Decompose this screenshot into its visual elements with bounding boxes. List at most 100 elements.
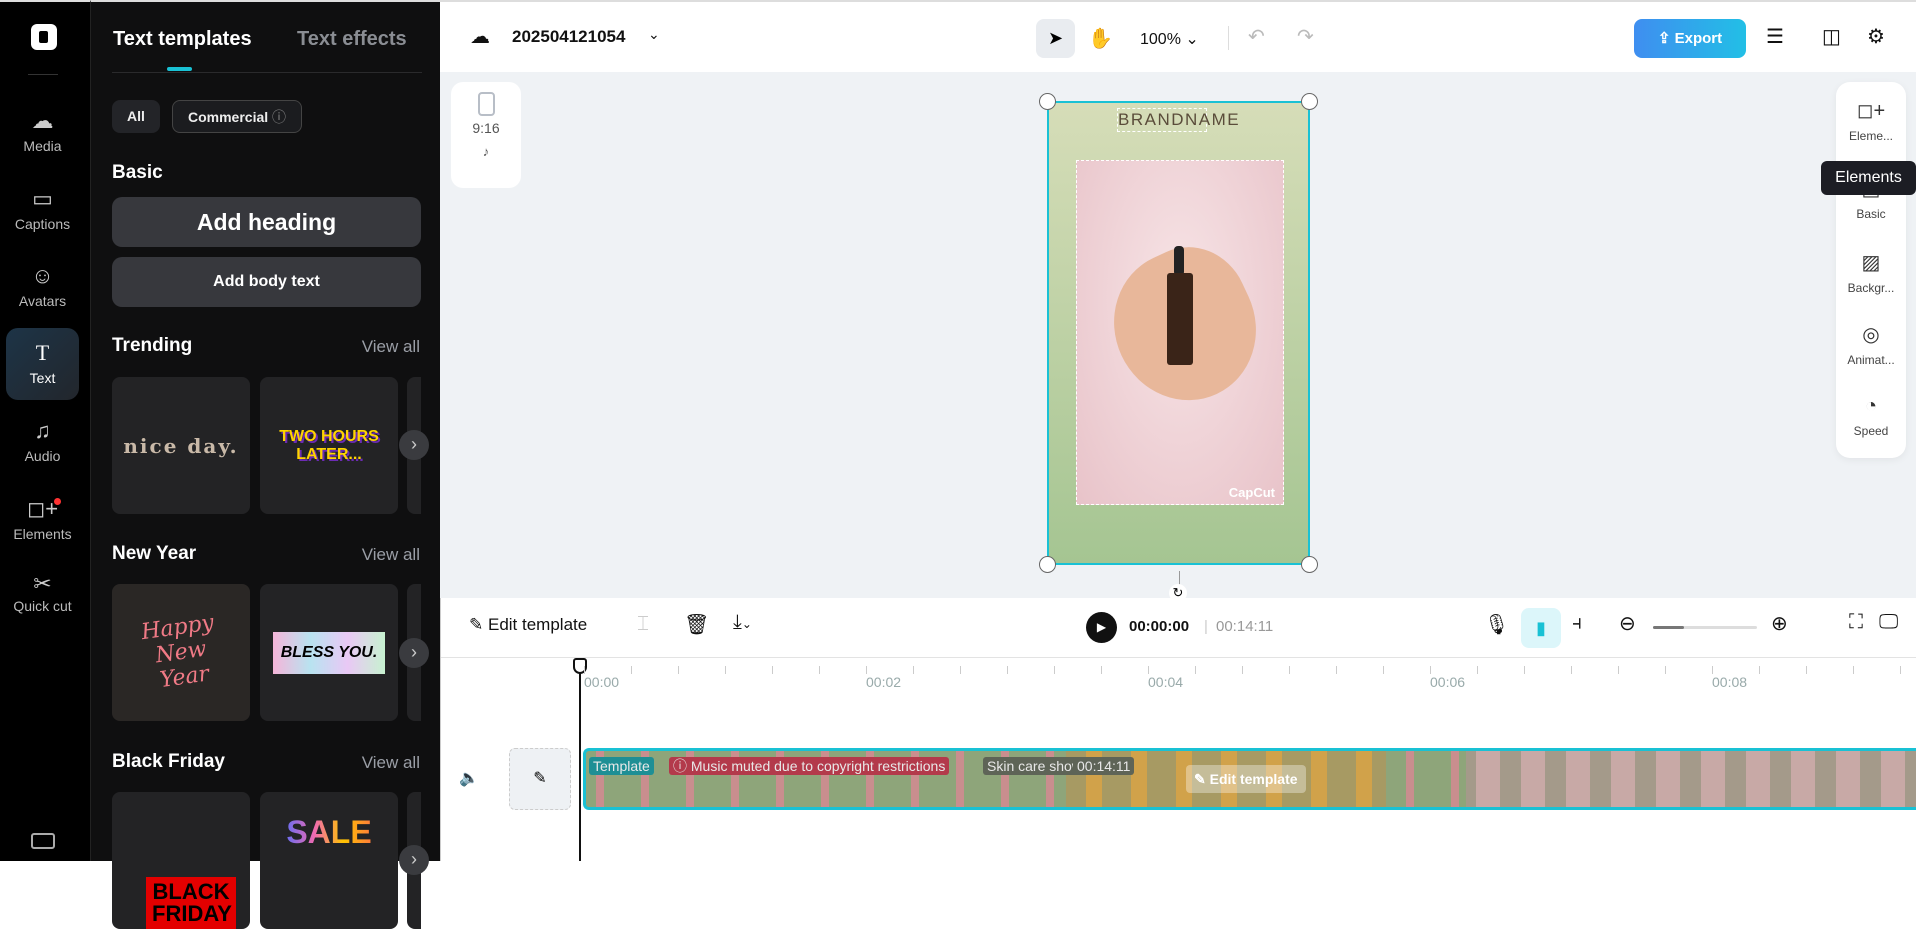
rp-background[interactable]: ▨ Backgr... [1836, 250, 1906, 295]
ruler-tick [1289, 666, 1290, 674]
preview-icon[interactable]: 🖵 [1879, 611, 1898, 634]
music-muted-warning: ⓘ Music muted due to copyright restricti… [669, 757, 950, 775]
rail-item-media[interactable]: ☁ Media [6, 108, 79, 154]
next-arrow-button[interactable]: › [399, 430, 429, 460]
ruler-tick [1618, 666, 1619, 674]
ruler-tick [1336, 666, 1337, 674]
avatar-icon: ☺ [31, 263, 54, 288]
resize-handle[interactable] [1301, 93, 1318, 110]
ruler-label: 00:04 [1148, 674, 1184, 690]
next-arrow-button[interactable]: › [399, 638, 429, 668]
settings-icon[interactable]: ⚙ [1867, 24, 1885, 49]
add-body-text-button[interactable]: Add body text [112, 257, 421, 307]
ruler-label: 00:02 [866, 674, 902, 690]
rail-item-audio[interactable]: ♫ Audio [6, 418, 79, 464]
undo-icon[interactable]: ↶ [1248, 24, 1265, 49]
ruler-tick [1195, 666, 1196, 674]
time-separator: | [1204, 618, 1208, 635]
view-all-link[interactable]: View all [362, 753, 420, 773]
rp-elements[interactable]: ◻+ Eleme... [1836, 98, 1906, 143]
playhead[interactable] [573, 658, 587, 861]
rail-item-avatars[interactable]: ☺ Avatars [6, 263, 79, 309]
text-panel: Text templates Text effects All Commerci… [90, 0, 440, 929]
tab-text-templates[interactable]: Text templates [113, 28, 252, 51]
music-icon: ♫ [34, 418, 51, 443]
info-icon: ⓘ [272, 109, 287, 125]
cloud-upload-icon: ☁ [31, 108, 54, 133]
resize-handle[interactable] [1039, 556, 1056, 573]
view-all-link[interactable]: View all [362, 337, 420, 357]
template-card[interactable]: nice day. [112, 377, 250, 514]
cursor-icon: ➤ [1047, 28, 1064, 48]
layout-icon[interactable]: ◫ [1822, 24, 1841, 49]
divider [28, 74, 58, 75]
tooltip: Elements [1821, 161, 1916, 195]
rail-item-elements[interactable]: ◻+ Elements [6, 496, 79, 542]
top-bar: ☁ 202504121054 ⌄ ➤ ✋ 100% ⌄ ↶ ↷ ⇪ Export… [440, 0, 1916, 72]
rail-item-captions[interactable]: ▭ Captions [6, 186, 79, 232]
edit-template-overlay-button[interactable]: ✎ Edit template [1186, 765, 1306, 793]
chevron-down-icon[interactable]: ⌄ [648, 26, 660, 43]
add-heading-button[interactable]: Add heading [112, 197, 421, 247]
icon-rail: ☁ Media ▭ Captions ☺ Avatars T Text ♫ Audio ◻… [0, 0, 90, 861]
fullscreen-icon[interactable]: ⛶ [1849, 611, 1863, 634]
aspect-ratio-button[interactable]: 9:16 ♪ [451, 82, 521, 188]
volume-icon[interactable]: 🔈 [459, 768, 479, 788]
template-card[interactable]: Happy New Year [112, 584, 250, 721]
cloud-saved-icon: ☁ [470, 26, 490, 48]
split-icon[interactable]: ⌶ [637, 613, 649, 636]
brandname-text[interactable]: BRANDNAME [1117, 108, 1239, 132]
tiktok-icon: ♪ [482, 144, 490, 159]
project-name[interactable]: 202504121054 [512, 27, 625, 47]
download-icon[interactable]: ⤓⌄ [733, 611, 752, 634]
ruler-label: 00:06 [1430, 674, 1466, 690]
select-tool-button[interactable]: ➤ [1036, 19, 1075, 58]
app-logo[interactable] [31, 24, 57, 50]
ruler-tick [1101, 666, 1102, 674]
edit-cover-button[interactable]: ✎ [509, 748, 571, 810]
template-card[interactable]: BLESS YOU. [260, 584, 398, 721]
product-image[interactable]: CapCut [1076, 160, 1284, 505]
ruler-tick [1712, 666, 1713, 674]
edit-template-button[interactable]: ✎ Edit template [469, 615, 587, 635]
microphone-icon[interactable]: 🎙 [1484, 612, 1509, 637]
keyboard-icon[interactable] [31, 833, 55, 849]
section-title: Black Friday [112, 751, 225, 772]
ruler-tick [913, 666, 914, 674]
ruler-tick [1148, 666, 1149, 674]
hand-tool-icon[interactable]: ✋ [1088, 26, 1113, 51]
rotate-stem [1179, 571, 1180, 585]
split-center-icon[interactable]: ⫞ [1572, 612, 1582, 635]
export-button[interactable]: ⇪ Export [1634, 19, 1746, 58]
zoom-in-icon[interactable]: ⊕ [1771, 611, 1788, 636]
redo-icon[interactable]: ↷ [1297, 24, 1314, 49]
zoom-out-icon[interactable]: ⊖ [1619, 611, 1636, 636]
video-canvas[interactable]: BRANDNAME CapCut [1039, 93, 1318, 585]
tab-text-effects[interactable]: Text effects [297, 28, 407, 51]
ratio-label: 9:16 [472, 120, 500, 136]
zoom-select[interactable]: 100% ⌄ [1140, 29, 1199, 49]
resize-handle[interactable] [1039, 93, 1056, 110]
filter-commercial[interactable]: Commercial ⓘ [172, 100, 303, 133]
ruler-tick [1571, 666, 1572, 674]
ruler-tick [1007, 666, 1008, 674]
filter-all[interactable]: All [112, 100, 160, 133]
template-card[interactable]: TWO HOURS LATER... [260, 377, 398, 514]
rp-speed[interactable]: ◔ Speed [1836, 395, 1906, 438]
scissors-icon: ✂ [33, 571, 52, 596]
dropper [1174, 246, 1184, 276]
delete-icon[interactable]: 🗑 [684, 612, 709, 637]
play-button[interactable]: ▶ [1086, 612, 1117, 643]
view-all-link[interactable]: View all [362, 545, 420, 565]
video-track-clip[interactable]: Template ⓘ Music muted due to copyright … [583, 748, 1916, 810]
rail-item-text[interactable]: T Text [6, 328, 79, 400]
current-time: 00:00:00 [1129, 618, 1190, 635]
rail-item-quick-cut[interactable]: ✂ Quick cut [6, 571, 79, 616]
ruler-tick [1383, 666, 1384, 674]
rp-animation[interactable]: ◎ Animat... [1836, 322, 1906, 367]
next-arrow-button[interactable]: › [399, 845, 429, 875]
layers-icon[interactable]: ☰ [1766, 24, 1784, 49]
resize-handle[interactable] [1301, 556, 1318, 573]
zoom-slider[interactable] [1653, 626, 1757, 629]
auto-snap-button[interactable]: ▮ [1521, 608, 1561, 648]
